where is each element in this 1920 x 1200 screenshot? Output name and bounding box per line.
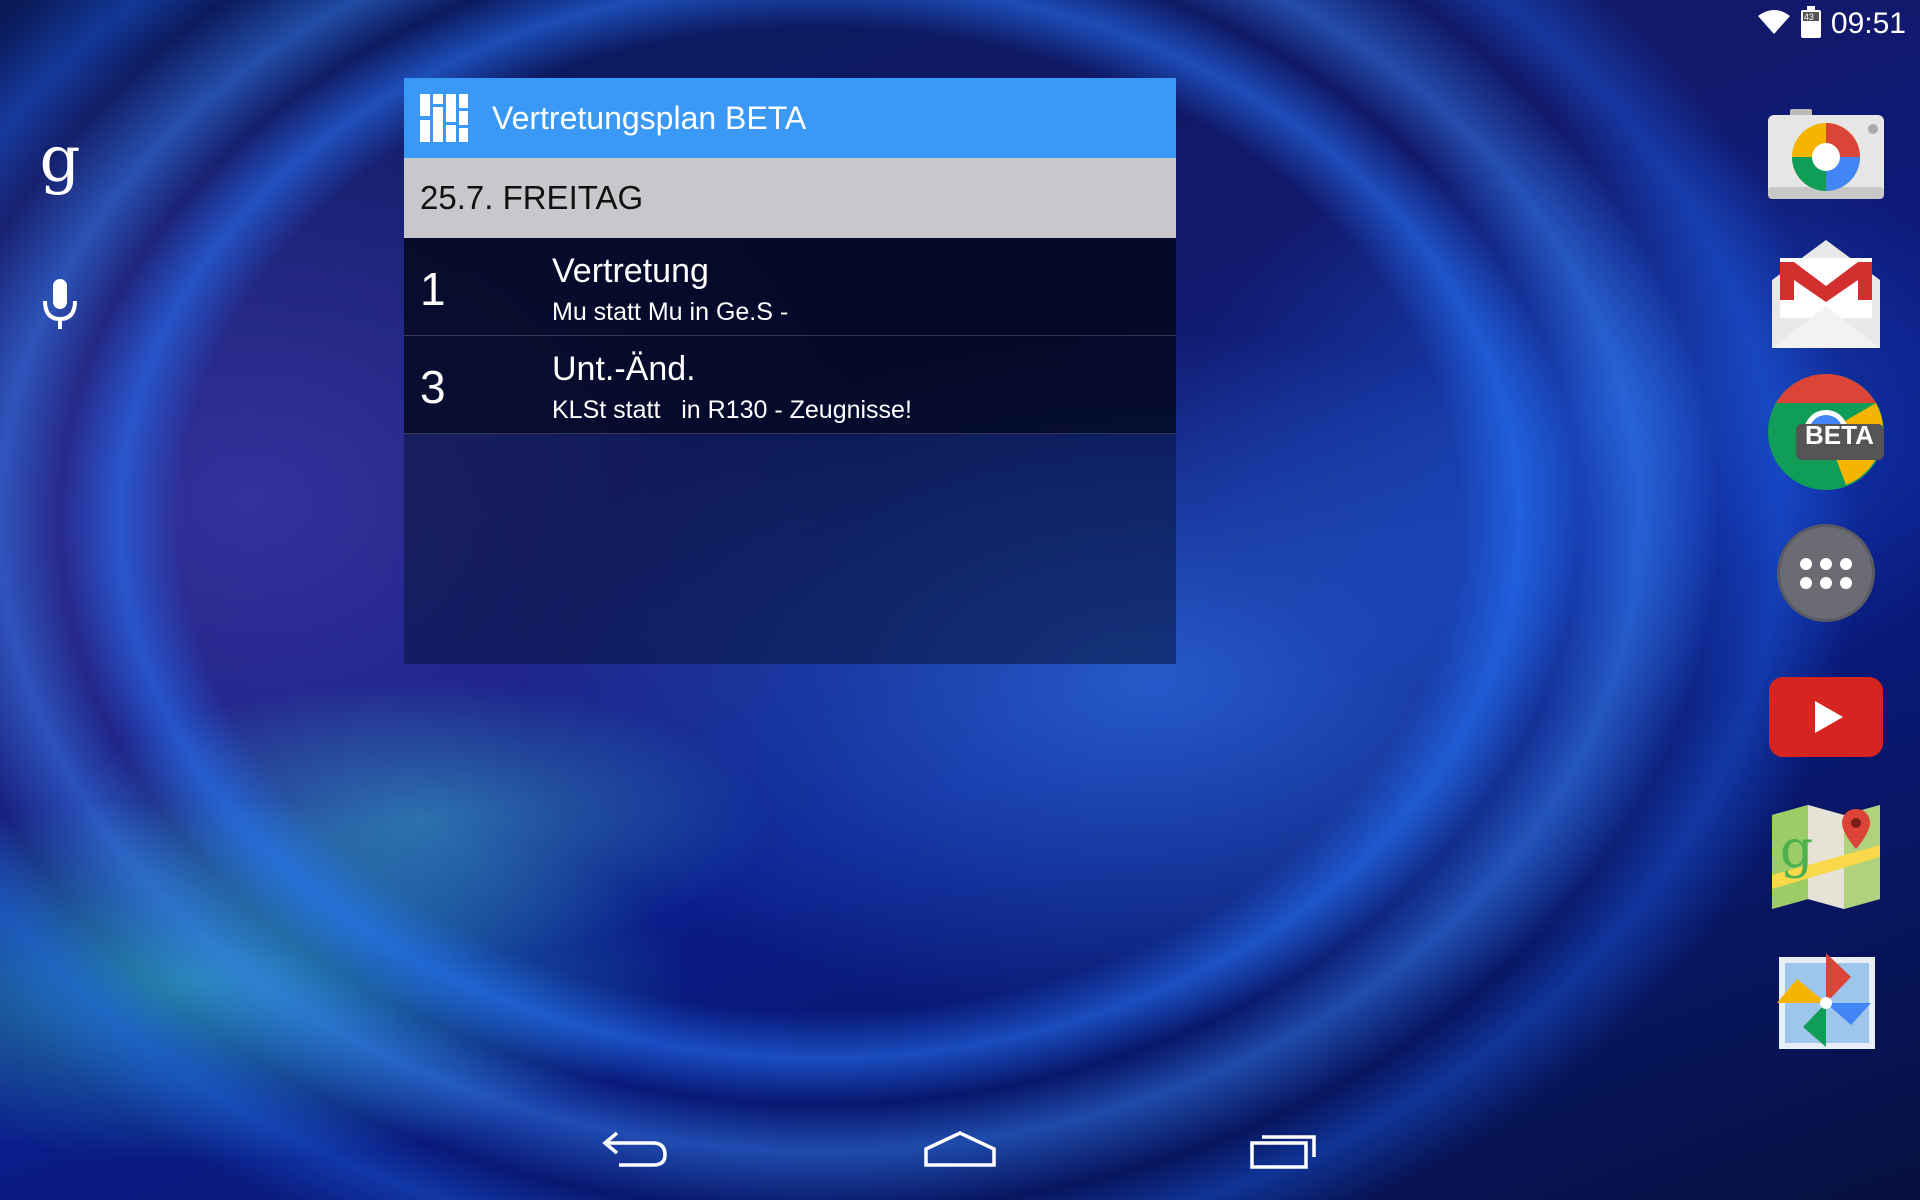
entry-period: 1 (420, 263, 446, 315)
entry-type: Unt.-Änd. (552, 350, 696, 388)
svg-text:g: g (1780, 820, 1813, 880)
recent-apps-icon[interactable] (1234, 1114, 1334, 1184)
google-glyph: g (39, 123, 81, 197)
app-logo-icon (420, 94, 468, 142)
home-icon[interactable] (910, 1114, 1010, 1184)
widget-title: Vertretungsplan BETA (492, 99, 807, 136)
app-drawer-icon[interactable] (1766, 513, 1886, 633)
photos-app-icon[interactable] (1766, 935, 1886, 1055)
status-clock: 09:51 (1830, 7, 1906, 40)
youtube-app-icon[interactable] (1766, 657, 1886, 777)
battery-level: 43 (1803, 11, 1814, 22)
camera-app-icon[interactable] (1766, 95, 1886, 215)
day-header: 25.7. FREITAG (404, 158, 1176, 238)
widget-header[interactable]: Vertretungsplan BETA (404, 78, 1176, 158)
back-icon[interactable] (586, 1114, 686, 1184)
google-search-icon[interactable]: g (34, 123, 86, 197)
maps-app-icon[interactable]: g (1766, 797, 1886, 917)
navigation-bar (0, 1104, 1920, 1200)
entry-period: 3 (420, 361, 446, 413)
list-item[interactable]: 1 Vertretung Mu statt Mu in Ge.S - (404, 238, 1176, 336)
status-bar: 43 09:51 (1680, 0, 1920, 48)
gmail-app-icon[interactable] (1766, 235, 1886, 355)
vertretungsplan-widget[interactable]: Vertretungsplan BETA 25.7. FREITAG 1 Ver… (404, 78, 1176, 664)
microphone-icon[interactable] (34, 275, 86, 335)
list-item[interactable]: 3 Unt.-Änd. KLSt statt in R130 - Zeugnis… (404, 336, 1176, 434)
chrome-beta-app-icon[interactable]: BETA (1766, 372, 1886, 492)
entry-detail: Mu statt Mu in Ge.S - (552, 298, 789, 326)
entry-type: Vertretung (552, 252, 709, 290)
chrome-beta-badge: BETA (1805, 420, 1874, 450)
entry-detail: KLSt statt in R130 - Zeugnisse! (552, 396, 912, 424)
wifi-icon (1757, 9, 1791, 40)
battery-icon: 43 (1800, 5, 1821, 43)
